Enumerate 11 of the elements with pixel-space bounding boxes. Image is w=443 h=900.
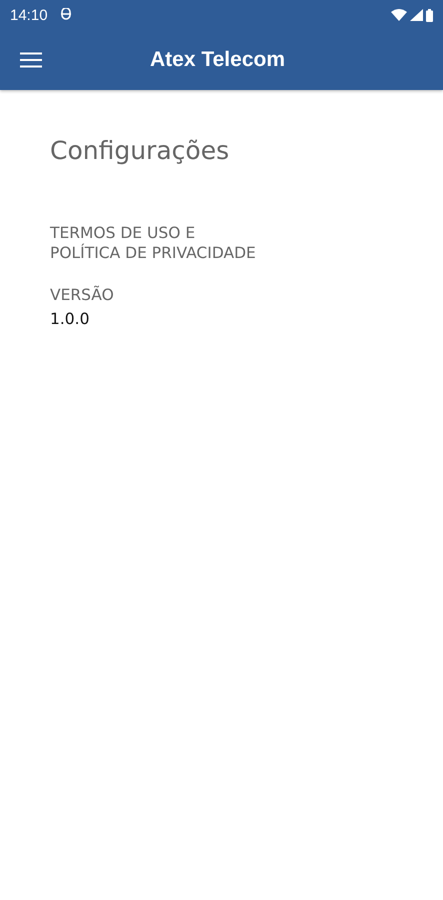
app-title: Atex Telecom: [150, 48, 285, 72]
wifi-icon: [391, 9, 407, 21]
terms-link[interactable]: TERMOS DE USO E POLÍTICA DE PRIVACIDADE: [50, 223, 393, 263]
menu-button[interactable]: [20, 52, 42, 68]
page-title: Configurações: [50, 136, 230, 165]
signal-icon: [410, 9, 423, 21]
battery-icon: [426, 8, 433, 22]
status-time: 14:10: [10, 6, 48, 24]
notification-icon: [60, 8, 72, 22]
version-value: 1.0.0: [50, 310, 90, 328]
version-label: VERSÃO: [50, 286, 115, 304]
